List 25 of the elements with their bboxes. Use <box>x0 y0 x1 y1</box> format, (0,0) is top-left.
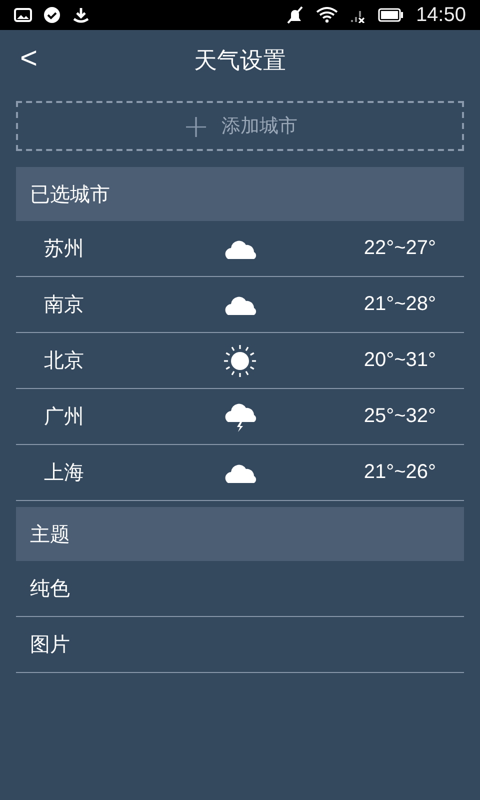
temperature-range: 20°~31° <box>364 349 436 372</box>
download-icon <box>72 7 90 23</box>
theme-option[interactable]: 图片 <box>30 631 450 658</box>
wifi-icon <box>316 7 338 23</box>
battery-icon <box>378 8 404 22</box>
temperature-range: 22°~27° <box>364 237 436 260</box>
status-time: 14:50 <box>416 4 466 26</box>
section-title: 主题 <box>30 520 70 548</box>
check-circle-icon <box>44 7 60 23</box>
sun-icon <box>222 344 257 378</box>
section-title: 已选城市 <box>30 180 110 208</box>
temperature-range: 21°~26° <box>364 461 436 484</box>
muted-bell-icon <box>286 6 304 24</box>
theme-option[interactable]: 纯色 <box>30 575 450 602</box>
city-name: 南京 <box>44 291 85 318</box>
temperature-range: 25°~32° <box>364 405 436 428</box>
back-button[interactable]: < <box>14 42 44 76</box>
temperature-range: 21°~28° <box>364 293 436 316</box>
city-name: 苏州 <box>44 235 85 262</box>
page-title: 天气设置 <box>194 46 286 76</box>
image-icon <box>14 8 32 22</box>
city-name: 北京 <box>44 347 85 374</box>
add-city-button[interactable]: + 添加城市 <box>16 101 464 151</box>
city-name: 上海 <box>44 459 85 486</box>
city-name: 广州 <box>44 403 85 430</box>
